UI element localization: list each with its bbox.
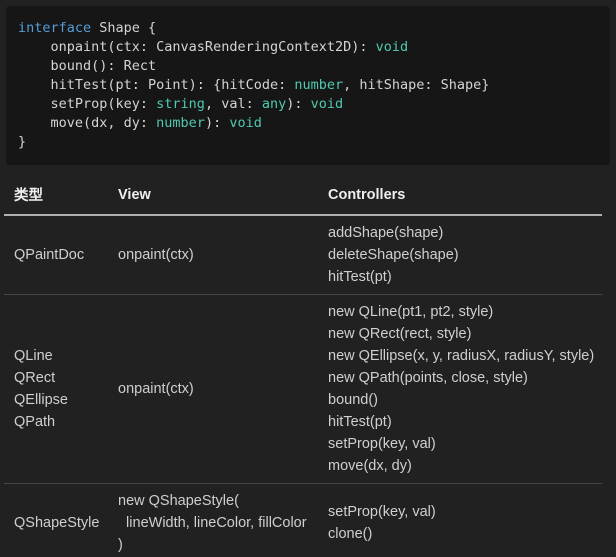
code-token: } <box>18 134 26 150</box>
table-row: QPaintDoc onpaint(ctx) addShape(shape)dele… <box>4 215 602 295</box>
code-token: Shape { <box>91 20 156 36</box>
cell-line: ) <box>118 534 308 556</box>
cell-view: onpaint(ctx) <box>108 215 318 295</box>
code-line: setProp(key: string, val: any): void <box>18 95 598 114</box>
cell-line: new QEllipse(x, y, radiusX, radiusY, sty… <box>328 345 592 367</box>
cell-line: lineWidth, lineColor, fillColor <box>118 512 308 534</box>
cell-line: new QShapeStyle( <box>118 490 308 512</box>
code-line: bound(): Rect <box>18 57 598 76</box>
code-token: hitTest(pt: Point): {hitCode: <box>18 77 294 93</box>
cell-line: new QLine(pt1, pt2, style) <box>328 301 592 323</box>
cell-line: new QRect(rect, style) <box>328 323 592 345</box>
table-header-row: 类型 View Controllers <box>4 178 602 215</box>
cell-line: move(dx, dy) <box>328 455 592 477</box>
code-line: hitTest(pt: Point): {hitCode: number, hi… <box>18 76 598 95</box>
code-token: number <box>156 115 205 131</box>
code-token: void <box>311 96 344 112</box>
cell-type: QLineQRectQEllipseQPath <box>4 295 108 484</box>
code-token: any <box>262 96 286 112</box>
code-line: move(dx, dy: number): void <box>18 114 598 133</box>
cell-line: setProp(key, val) <box>328 433 592 455</box>
cell-line: hitTest(pt) <box>328 266 592 288</box>
column-header-type: 类型 <box>4 178 108 215</box>
code-token: void <box>229 115 262 131</box>
cell-line: new QPath(points, close, style) <box>328 367 592 389</box>
code-token: move(dx, dy: <box>18 115 156 131</box>
cell-line: bound() <box>328 389 592 411</box>
code-token: void <box>376 39 409 55</box>
code-token: , val: <box>205 96 262 112</box>
code-token: onpaint(ctx: CanvasRenderingContext2D): <box>18 39 376 55</box>
cell-line: onpaint(ctx) <box>118 244 308 266</box>
table-row: QShapeStyle new QShapeStyle( lineWidth, l… <box>4 484 602 557</box>
code-line: interface Shape { <box>18 19 598 38</box>
cell-controllers: new QLine(pt1, pt2, style)new QRect(rect… <box>318 295 602 484</box>
cell-type: QPaintDoc <box>4 215 108 295</box>
cell-line: QRect <box>14 367 98 389</box>
cell-controllers: addShape(shape)deleteShape(shape)hitTest… <box>318 215 602 295</box>
cell-line: setProp(key, val) <box>328 501 592 523</box>
cell-line: hitTest(pt) <box>328 411 592 433</box>
code-line: } <box>18 133 598 152</box>
cell-line: deleteShape(shape) <box>328 244 592 266</box>
table-row: QLineQRectQEllipseQPath onpaint(ctx) new Q… <box>4 295 602 484</box>
code-token: interface <box>18 20 91 36</box>
cell-line: QPath <box>14 411 98 433</box>
cell-type: QShapeStyle <box>4 484 108 557</box>
code-token: bound(): Rect <box>18 58 156 74</box>
code-token: string <box>156 96 205 112</box>
column-header-view: View <box>108 178 318 215</box>
cell-line: onpaint(ctx) <box>118 378 308 400</box>
api-table: 类型 View Controllers QPaintDoc onpaint(ctx… <box>4 178 602 557</box>
document-page: interface Shape { onpaint(ctx: CanvasRen… <box>0 6 616 557</box>
code-token: , hitShape: Shape} <box>343 77 489 93</box>
column-header-controllers: Controllers <box>318 178 602 215</box>
cell-view: onpaint(ctx) <box>108 295 318 484</box>
cell-line: QEllipse <box>14 389 98 411</box>
code-token: number <box>294 77 343 93</box>
code-token: setProp(key: <box>18 96 156 112</box>
cell-controllers: setProp(key, val)clone() <box>318 484 602 557</box>
code-token: ): <box>286 96 310 112</box>
code-block: interface Shape { onpaint(ctx: CanvasRen… <box>6 6 610 165</box>
cell-line: QShapeStyle <box>14 512 98 534</box>
code-line: onpaint(ctx: CanvasRenderingContext2D): … <box>18 38 598 57</box>
cell-line: QPaintDoc <box>14 244 98 266</box>
cell-line: QLine <box>14 345 98 367</box>
cell-line: clone() <box>328 523 592 545</box>
code-token: ): <box>205 115 229 131</box>
cell-view: new QShapeStyle( lineWidth, lineColor, f… <box>108 484 318 557</box>
cell-line: addShape(shape) <box>328 222 592 244</box>
